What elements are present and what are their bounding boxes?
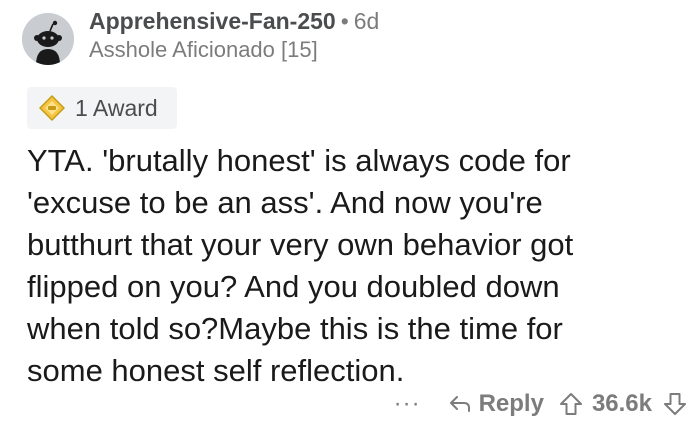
vote-score: 36.6k: [591, 390, 652, 417]
snoo-avatar-icon: [22, 13, 74, 65]
separator-dot: •: [340, 8, 349, 34]
award-icon: [39, 95, 65, 121]
user-flair: Asshole Aficionado [15]: [89, 37, 318, 62]
vote-controls: 36.6k: [558, 390, 688, 418]
award-chip[interactable]: 1 Award: [27, 87, 177, 129]
comment-age: 6d: [353, 8, 380, 34]
comment-actions: ··· Reply 36.6k: [394, 384, 688, 424]
avatar[interactable]: [22, 13, 74, 65]
reply-button[interactable]: Reply: [447, 390, 544, 418]
reply-arrow-icon: [449, 396, 470, 412]
comment: Apprehensive-Fan-250 • 6d Asshole Aficiona…: [0, 0, 700, 434]
upvote-arrow-icon[interactable]: [558, 391, 584, 417]
award-count-label: 1 Award: [75, 94, 158, 121]
more-options-button[interactable]: ···: [394, 392, 421, 416]
reply-label: Reply: [478, 390, 544, 417]
downvote-arrow-icon[interactable]: [662, 391, 688, 417]
comment-body: YTA. 'brutally honest' is always code fo…: [27, 143, 574, 388]
comment-header: Apprehensive-Fan-250 • 6d Asshole Aficiona…: [89, 6, 379, 64]
username[interactable]: Apprehensive-Fan-250: [89, 8, 336, 34]
